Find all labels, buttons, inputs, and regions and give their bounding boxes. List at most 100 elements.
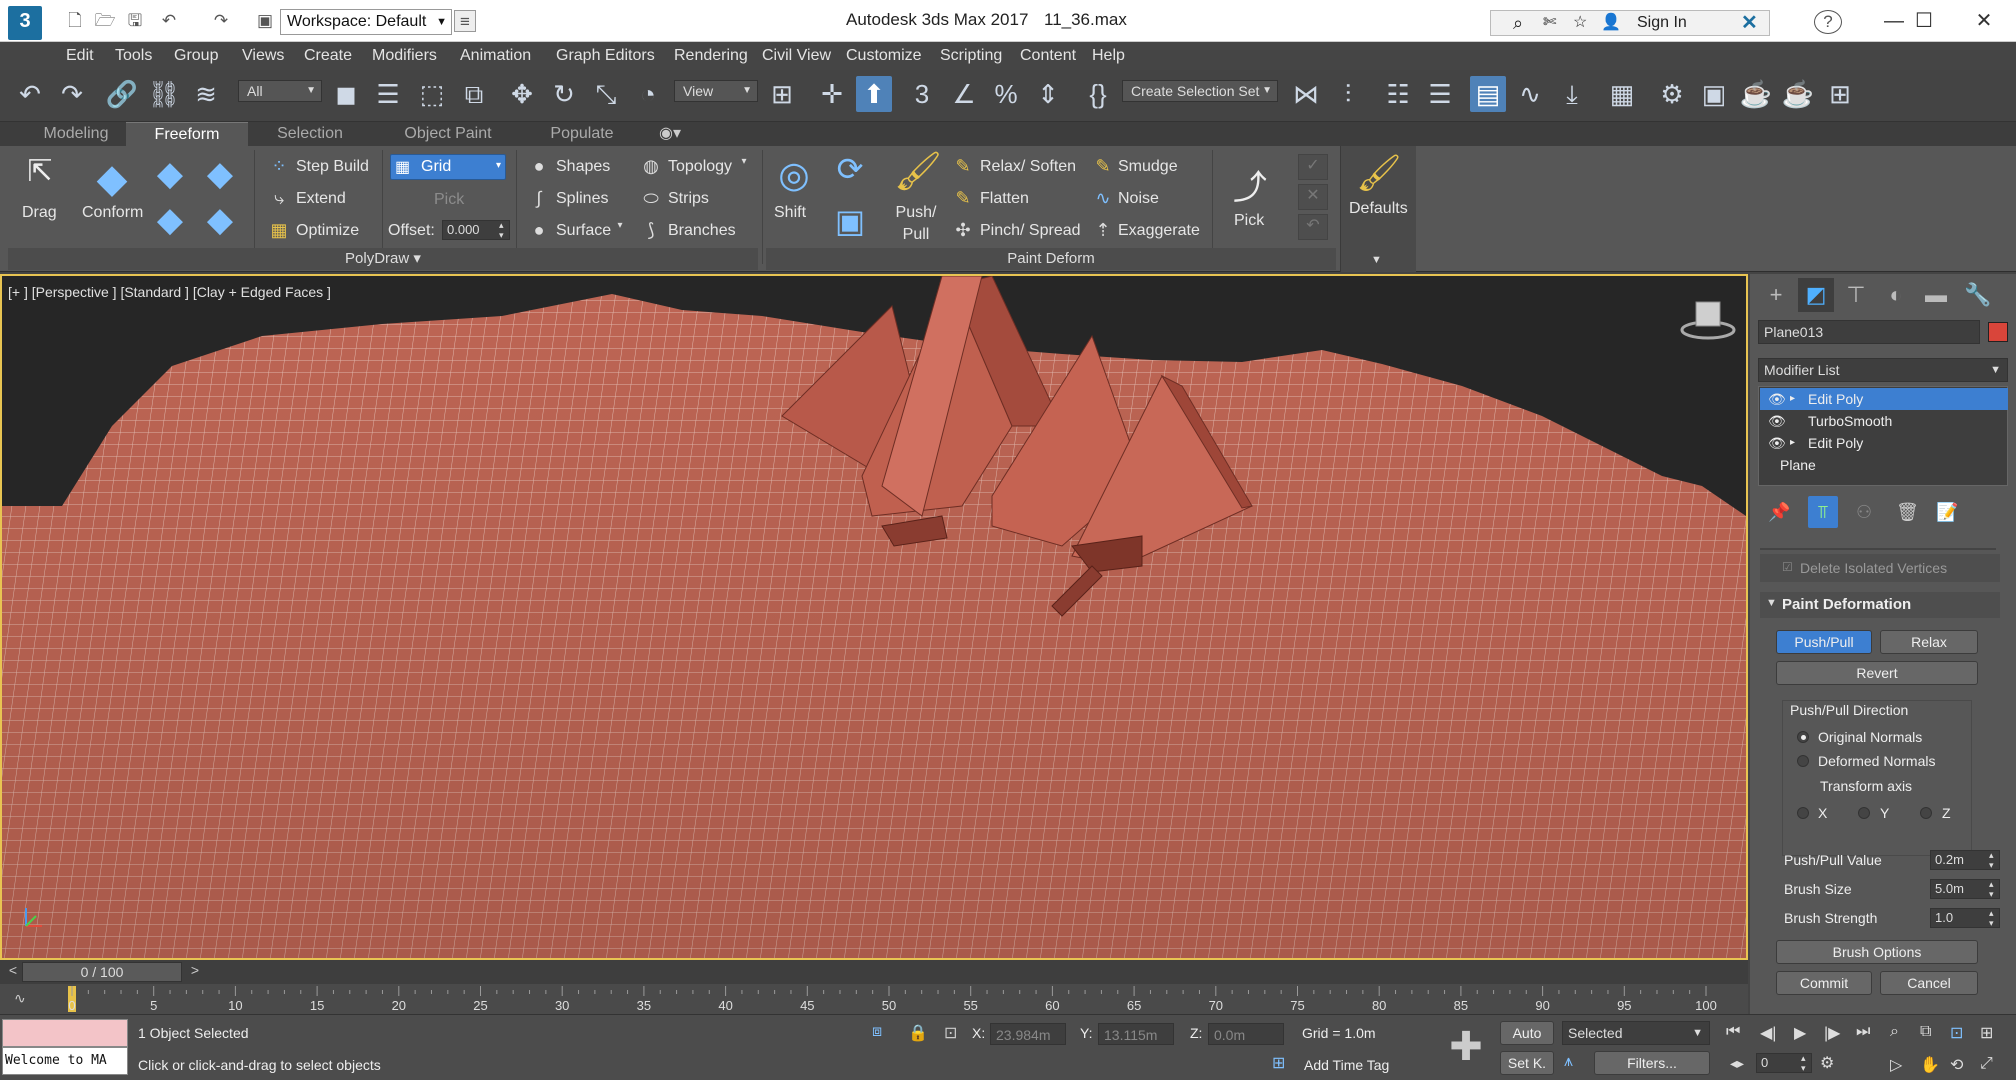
link-icon[interactable]: 🔗 bbox=[104, 76, 140, 112]
original-normals-radio[interactable] bbox=[1797, 731, 1809, 743]
key-mode-icon[interactable]: ◂▸ bbox=[1730, 1055, 1744, 1072]
paint-deformation-rollout-header[interactable]: ▼ Paint Deformation bbox=[1760, 592, 2000, 618]
help-icon[interactable]: ? bbox=[1814, 10, 1842, 34]
axis-y-radio[interactable] bbox=[1858, 807, 1870, 819]
tab-populate[interactable]: Populate bbox=[530, 122, 634, 146]
tab-object-paint[interactable]: Object Paint bbox=[390, 122, 506, 146]
maximize-viewport-icon[interactable]: ⤢ bbox=[1980, 1055, 1993, 1073]
undo-icon[interactable]: ↶ bbox=[12, 76, 48, 112]
select-manipulate-icon[interactable]: ✛ bbox=[814, 76, 850, 112]
render-iterative-icon[interactable]: ☕ bbox=[1780, 76, 1816, 112]
commit-check-icon[interactable]: ✓ bbox=[1298, 154, 1328, 180]
create-tab-icon[interactable]: + bbox=[1758, 278, 1794, 312]
utilities-tab-icon[interactable]: 🔧 bbox=[1960, 278, 1996, 312]
show-end-result-icon[interactable]: ⫪ bbox=[1808, 496, 1838, 528]
current-frame-field[interactable]: 0 bbox=[1756, 1053, 1812, 1073]
schematic-view-icon[interactable]: ⤓ bbox=[1554, 76, 1590, 112]
menu-modifiers[interactable]: Modifiers bbox=[372, 42, 437, 70]
next-key-icon[interactable]: |▶ bbox=[1824, 1023, 1840, 1043]
conform-label[interactable]: Conform bbox=[82, 204, 143, 222]
material-editor-icon[interactable]: ▦ bbox=[1604, 76, 1640, 112]
mirror-icon[interactable]: ⋈ bbox=[1288, 76, 1324, 112]
sign-in-label[interactable]: Sign In bbox=[1637, 11, 1687, 35]
brush-options-button[interactable]: Brush Options bbox=[1776, 940, 1978, 964]
flatten-button[interactable]: Flatten bbox=[980, 190, 1029, 208]
tab-freeform[interactable]: Freeform bbox=[126, 122, 248, 146]
pin-stack-icon[interactable]: 📌 bbox=[1768, 502, 1790, 523]
undo-icon[interactable]: ↶ bbox=[158, 10, 180, 32]
eye-icon[interactable]: 👁 bbox=[1768, 432, 1786, 454]
shift-scale-icon[interactable]: ▣ bbox=[830, 202, 870, 240]
remove-modifier-icon[interactable]: 🗑 bbox=[1896, 502, 1919, 523]
conform-icon[interactable]: ◆ bbox=[90, 156, 134, 202]
shift-rotate-icon[interactable]: ⟳ bbox=[830, 150, 870, 188]
redo-icon[interactable]: ↷ bbox=[210, 10, 232, 32]
polydraw-group-label[interactable]: PolyDraw ▾ bbox=[8, 248, 758, 270]
defaults-label[interactable]: Defaults bbox=[1349, 200, 1408, 218]
key-filter-dropdown[interactable]: Selected ▼ bbox=[1562, 1021, 1710, 1045]
new-file-icon[interactable]: 🗋 bbox=[64, 10, 86, 32]
drag-label[interactable]: Drag bbox=[22, 204, 57, 222]
angle-snap-icon[interactable]: ∠ bbox=[946, 76, 982, 112]
push-pull-button[interactable]: Push/Pull bbox=[1776, 630, 1872, 654]
binoculars-icon[interactable]: ⌕ bbox=[1513, 11, 1523, 35]
maximize-button[interactable]: ☐ bbox=[1902, 6, 1946, 36]
workspace-menu-icon[interactable]: ≡ bbox=[454, 10, 476, 32]
hierarchy-tab-icon[interactable]: ⊤ bbox=[1838, 278, 1874, 312]
go-to-start-icon[interactable]: ⏮ bbox=[1726, 1023, 1740, 1041]
rotate-icon[interactable]: ↻ bbox=[546, 76, 582, 112]
menu-tools[interactable]: Tools bbox=[115, 42, 152, 70]
make-unique-icon[interactable]: ⚇ bbox=[1856, 502, 1872, 523]
scene-explorer-icon[interactable]: ☷ bbox=[1380, 76, 1416, 112]
reference-coordinate-dropdown[interactable]: View ▼ bbox=[674, 80, 758, 102]
render-setup-icon[interactable]: ⚙ bbox=[1654, 76, 1690, 112]
pick-icon[interactable]: ⤴ bbox=[1228, 160, 1272, 209]
topology-button[interactable]: Topology bbox=[668, 158, 732, 176]
stack-item-edit-poly-2[interactable]: 👁 ▸ Edit Poly bbox=[1760, 432, 2008, 454]
render-cloud-icon[interactable]: ⊞ bbox=[1822, 76, 1858, 112]
edit-named-selection-icon[interactable]: {} bbox=[1080, 76, 1116, 112]
exaggerate-button[interactable]: Exaggerate bbox=[1118, 222, 1200, 240]
pivot-center-icon[interactable]: ⊞ bbox=[764, 76, 800, 112]
perspective-viewport[interactable]: [+ ] [Perspective ] [Standard ] [Clay + … bbox=[0, 274, 1748, 960]
tools-icon[interactable]: ✄ bbox=[1543, 11, 1556, 35]
menu-animation[interactable]: Animation bbox=[460, 42, 531, 70]
axis-x-radio[interactable] bbox=[1797, 807, 1809, 819]
stack-item-edit-poly[interactable]: 👁 ▸ Edit Poly bbox=[1760, 388, 2008, 410]
percent-snap-icon[interactable]: % bbox=[988, 76, 1024, 112]
strips-button[interactable]: Strips bbox=[668, 190, 709, 208]
menu-edit[interactable]: Edit bbox=[66, 42, 94, 70]
render-production-icon[interactable]: ☕ bbox=[1738, 76, 1774, 112]
zoom-all-icon[interactable]: ⧉ bbox=[1920, 1023, 1931, 1041]
chevron-down-icon[interactable]: ▼ bbox=[1371, 254, 1382, 266]
toggle-ribbon-icon[interactable]: ▤ bbox=[1470, 76, 1506, 112]
keyboard-shortcut-override-icon[interactable]: ⬆ bbox=[856, 76, 892, 112]
add-time-tag[interactable]: Add Time Tag bbox=[1304, 1057, 1389, 1073]
brush-strength-spinner[interactable]: 1.0 bbox=[1930, 908, 2000, 928]
conform-brush-pull-icon[interactable]: ◆ bbox=[150, 200, 190, 240]
revert-button[interactable]: Revert bbox=[1776, 661, 1978, 685]
deformed-normals-radio[interactable] bbox=[1797, 755, 1809, 767]
tab-modeling[interactable]: Modeling bbox=[20, 122, 132, 146]
stack-item-turbosmooth[interactable]: 👁 TurboSmooth bbox=[1760, 410, 2008, 432]
defaults-brush-icon[interactable]: 🖌 bbox=[1355, 152, 1403, 194]
maxscript-listener-top[interactable] bbox=[2, 1019, 128, 1047]
viewcube-icon[interactable] bbox=[1680, 301, 1736, 340]
noise-button[interactable]: Noise bbox=[1118, 190, 1159, 208]
save-icon[interactable]: 🖫 bbox=[124, 10, 146, 32]
viewport-label[interactable]: [+ ] [Perspective ] [Standard ] [Clay + … bbox=[8, 284, 331, 300]
push-pull-label[interactable]: Push/ Pull bbox=[892, 202, 940, 246]
open-file-icon[interactable]: 🗁 bbox=[94, 10, 116, 32]
menu-content[interactable]: Content bbox=[1020, 42, 1076, 70]
delete-isolated-checkbox[interactable]: ☑ bbox=[1782, 560, 1793, 574]
display-tab-icon[interactable]: ▬ bbox=[1918, 278, 1954, 312]
set-key-big-icon[interactable]: ✚ bbox=[1444, 1025, 1488, 1069]
placement-icon[interactable]: ◔ bbox=[630, 76, 666, 112]
cancel-button[interactable]: Cancel bbox=[1880, 971, 1978, 995]
app-logo[interactable]: 3 bbox=[8, 6, 42, 40]
chevron-down-icon[interactable]: ▾ bbox=[614, 220, 626, 231]
shapes-button[interactable]: Shapes bbox=[556, 158, 610, 176]
ribbon-options-icon[interactable]: ◉▾ bbox=[650, 122, 690, 146]
selection-lock-icon[interactable]: 🔒 bbox=[908, 1023, 928, 1043]
play-icon[interactable]: ▶ bbox=[1794, 1023, 1806, 1043]
